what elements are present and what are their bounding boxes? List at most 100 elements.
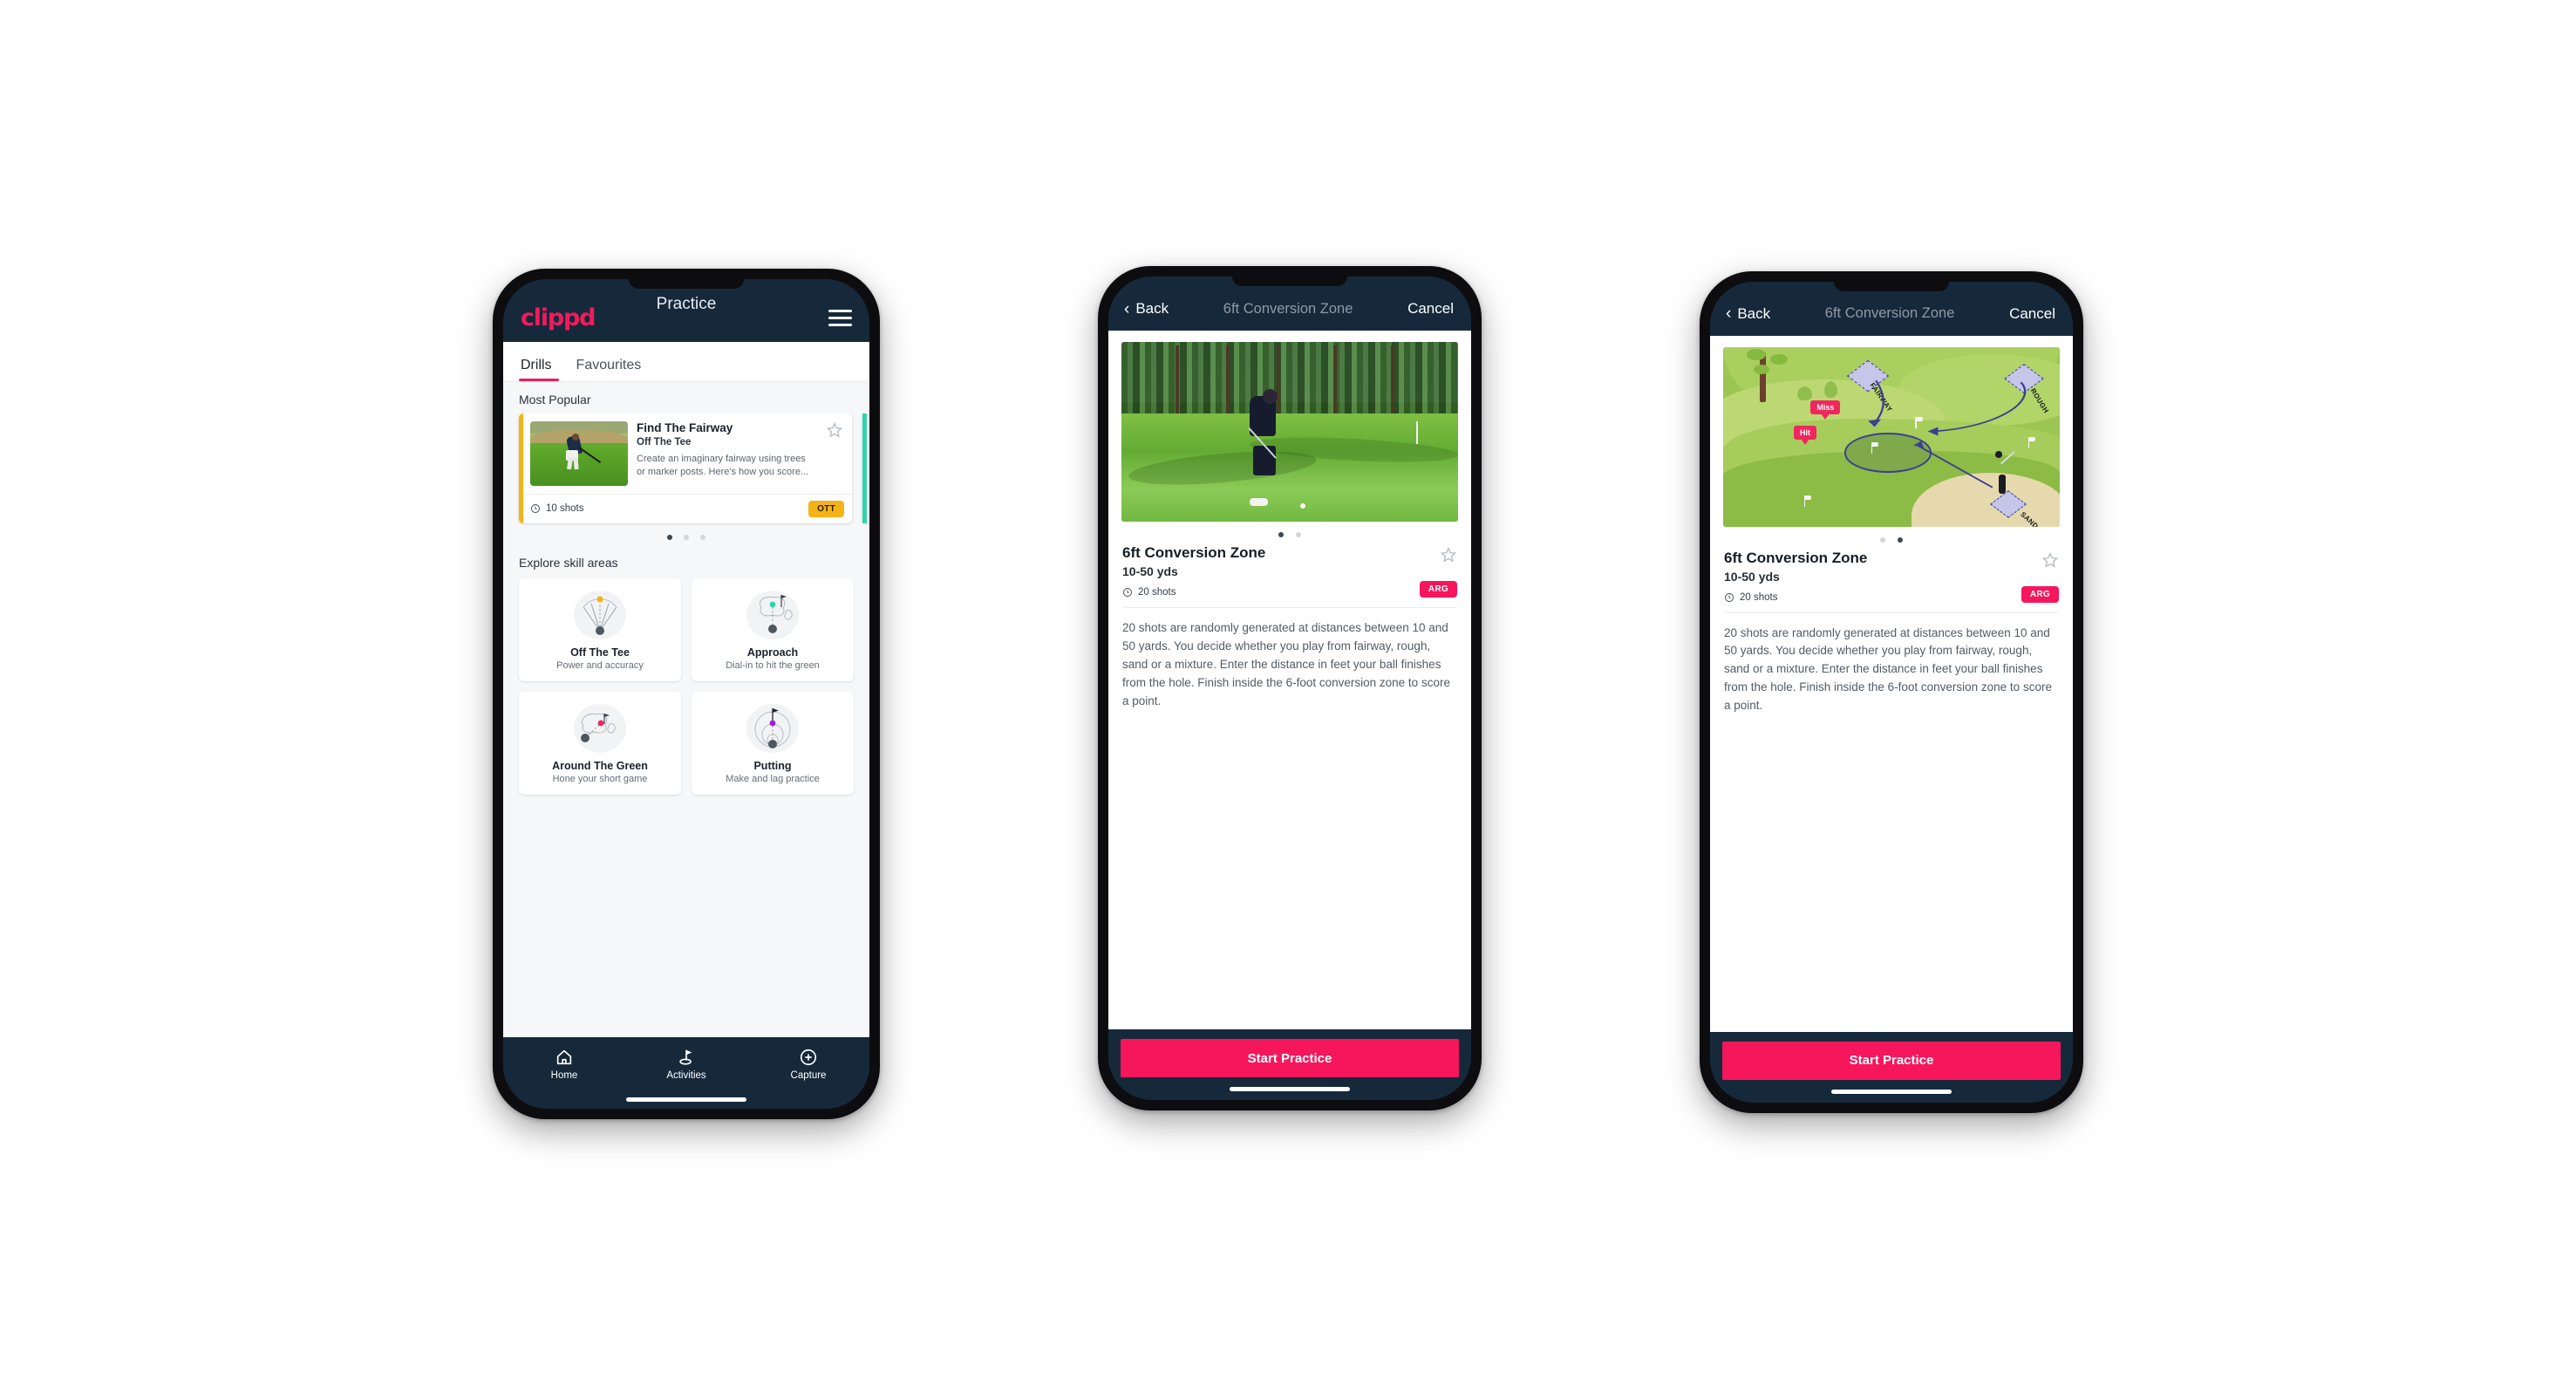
nav-item-activities[interactable]: Activities (625, 1048, 747, 1081)
nav-item-capture[interactable]: Capture (747, 1048, 869, 1081)
star-outline-icon[interactable] (2041, 551, 2059, 569)
phone-notch (1232, 277, 1347, 286)
carousel-dot[interactable] (667, 534, 672, 540)
drill-detail-distance: 10-50 yds (1122, 564, 1178, 578)
nav-item-home[interactable]: Home (503, 1048, 625, 1081)
drill-media-photo[interactable] (1121, 342, 1458, 522)
drill-detail-distance: 10-50 yds (1724, 569, 1780, 584)
detail-page-title: 6ft Conversion Zone (1824, 305, 1955, 321)
around-the-green-icon (571, 701, 629, 755)
drill-shots: 10 shots (530, 503, 583, 514)
carousel-dot[interactable] (1898, 536, 1903, 543)
explore-skill-areas-heading: Explore skill areas (519, 555, 618, 570)
chevron-left-icon: ‹ (1124, 299, 1130, 318)
drill-detail-description: 20 shots are randomly generated at dista… (1122, 621, 1450, 707)
bottom-navigation: Home Activities Capture (503, 1036, 869, 1109)
skill-card-off-the-tee[interactable]: Off The Tee Power and accuracy (519, 577, 681, 681)
detail-heading-block: 6ft Conversion Zone 10-50 yds 20 shots A… (1108, 541, 1471, 598)
phone-practice-list: clippd Practice Drills Favourites Most P… (493, 268, 880, 1119)
approach-green-icon (744, 588, 801, 642)
most-popular-heading: Most Popular (519, 392, 591, 407)
golf-flag-icon (677, 1048, 696, 1067)
tab-bar: Drills Favourites (503, 341, 869, 382)
home-icon (555, 1048, 574, 1067)
cancel-button[interactable]: Cancel (2009, 305, 2055, 323)
media-carousel-dots[interactable] (1108, 522, 1471, 541)
skill-desc: Power and accuracy (556, 659, 644, 671)
drill-detail-title: 6ft Conversion Zone (1122, 544, 1266, 561)
back-label: Back (1737, 304, 1771, 322)
carousel-dot[interactable] (684, 534, 689, 540)
hamburger-menu-icon[interactable] (828, 310, 852, 326)
cancel-button[interactable]: Cancel (1407, 300, 1454, 318)
star-outline-icon[interactable] (826, 421, 843, 439)
plus-circle-icon (799, 1048, 818, 1067)
detail-footer: Start Practice (1108, 1029, 1471, 1100)
carousel-dot[interactable] (1880, 536, 1885, 543)
phone-drill-detail-photo: ‹ Back 6ft Conversion Zone Cancel 6ft Co… (1098, 266, 1482, 1110)
start-practice-button[interactable]: Start Practice (1121, 1039, 1459, 1077)
clock-icon (1122, 587, 1133, 598)
phone-drill-detail-diagram: ‹ Back 6ft Conversion Zone Cancel FAIRWA… (1700, 270, 2083, 1113)
shots-label: 20 shots (1138, 587, 1176, 598)
star-outline-icon[interactable] (1440, 546, 1457, 564)
detail-page-title: 6ft Conversion Zone (1223, 300, 1353, 317)
carousel-dots[interactable] (503, 525, 869, 545)
drill-detail-description: 20 shots are randomly generated at dista… (1724, 625, 2052, 713)
detail-heading-block: 6ft Conversion Zone 10-50 yds 20 shots A… (1710, 546, 2073, 603)
badge-arg: ARG (2021, 585, 2059, 603)
marker-miss: Miss (1810, 400, 1841, 415)
card-accent-bar (519, 413, 523, 523)
clock-icon (1724, 592, 1734, 603)
detail-footer: Start Practice (1710, 1031, 2073, 1103)
shots-label: 20 shots (1740, 591, 1778, 603)
skill-card-putting[interactable]: Putting Make and lag practice (692, 691, 854, 795)
tab-favourites[interactable]: Favourites (564, 358, 654, 381)
skill-desc: Dial-in to hit the green (726, 659, 820, 671)
drill-card-next-peek[interactable] (862, 413, 869, 523)
drill-thumbnail (530, 420, 628, 486)
nav-label: Activities (666, 1069, 706, 1081)
nav-label: Capture (790, 1069, 827, 1081)
chevron-left-icon: ‹ (1726, 304, 1732, 323)
carousel-dot[interactable] (700, 534, 705, 540)
card-accent-bar-next (862, 413, 867, 523)
off-the-tee-fan-icon (571, 588, 629, 642)
home-indicator (626, 1097, 746, 1102)
screenshot-stage: clippd Practice Drills Favourites Most P… (0, 0, 2576, 1387)
tab-drills[interactable]: Drills (519, 358, 564, 381)
back-label: Back (1135, 300, 1169, 317)
media-carousel-dots[interactable] (1710, 527, 2073, 546)
clippd-logo: clippd (521, 304, 596, 331)
back-button[interactable]: ‹ Back (1726, 305, 1770, 323)
practice-scroll-body: Most Popular Find The Fairway Off The Te… (503, 381, 869, 1037)
drill-carousel[interactable]: Find The Fairway Off The Tee Create an i… (503, 413, 869, 525)
marker-hit: Hit (1794, 426, 1817, 441)
drill-subtitle: Off The Tee (637, 436, 692, 448)
start-practice-button[interactable]: Start Practice (1722, 1041, 2061, 1080)
drill-title: Find The Fairway (637, 420, 733, 434)
drill-shots-label: 10 shots (546, 503, 584, 514)
skill-card-around-the-green[interactable]: Around The Green Hone your short game (519, 691, 681, 795)
putting-rings-icon (744, 701, 801, 755)
detail-body: FAIRWAY ROUGH SAND Miss Hit 6ft Conversi… (1710, 335, 2073, 1032)
home-indicator (1831, 1089, 1952, 1094)
nav-label: Home (550, 1069, 578, 1081)
skill-desc: Make and lag practice (726, 773, 820, 784)
home-indicator (1230, 1087, 1350, 1091)
back-button[interactable]: ‹ Back (1124, 300, 1169, 318)
drill-card-find-the-fairway[interactable]: Find The Fairway Off The Tee Create an i… (519, 413, 852, 523)
drill-detail-title: 6ft Conversion Zone (1724, 549, 1868, 566)
skill-desc: Hone your short game (552, 773, 648, 784)
skill-title: Around The Green (552, 759, 648, 772)
skill-card-approach[interactable]: Approach Dial-in to hit the green (692, 577, 854, 681)
drill-media-diagram[interactable]: FAIRWAY ROUGH SAND Miss Hit (1723, 346, 2060, 527)
carousel-dot[interactable] (1278, 532, 1284, 537)
drill-detail-shots: 20 shots (1122, 587, 1176, 598)
skill-title: Putting (753, 759, 792, 772)
skill-title: Approach (746, 646, 799, 659)
clock-icon (530, 503, 541, 514)
skill-title: Off The Tee (570, 646, 630, 659)
carousel-dot[interactable] (1296, 532, 1301, 537)
badge-arg: ARG (1419, 581, 1457, 598)
